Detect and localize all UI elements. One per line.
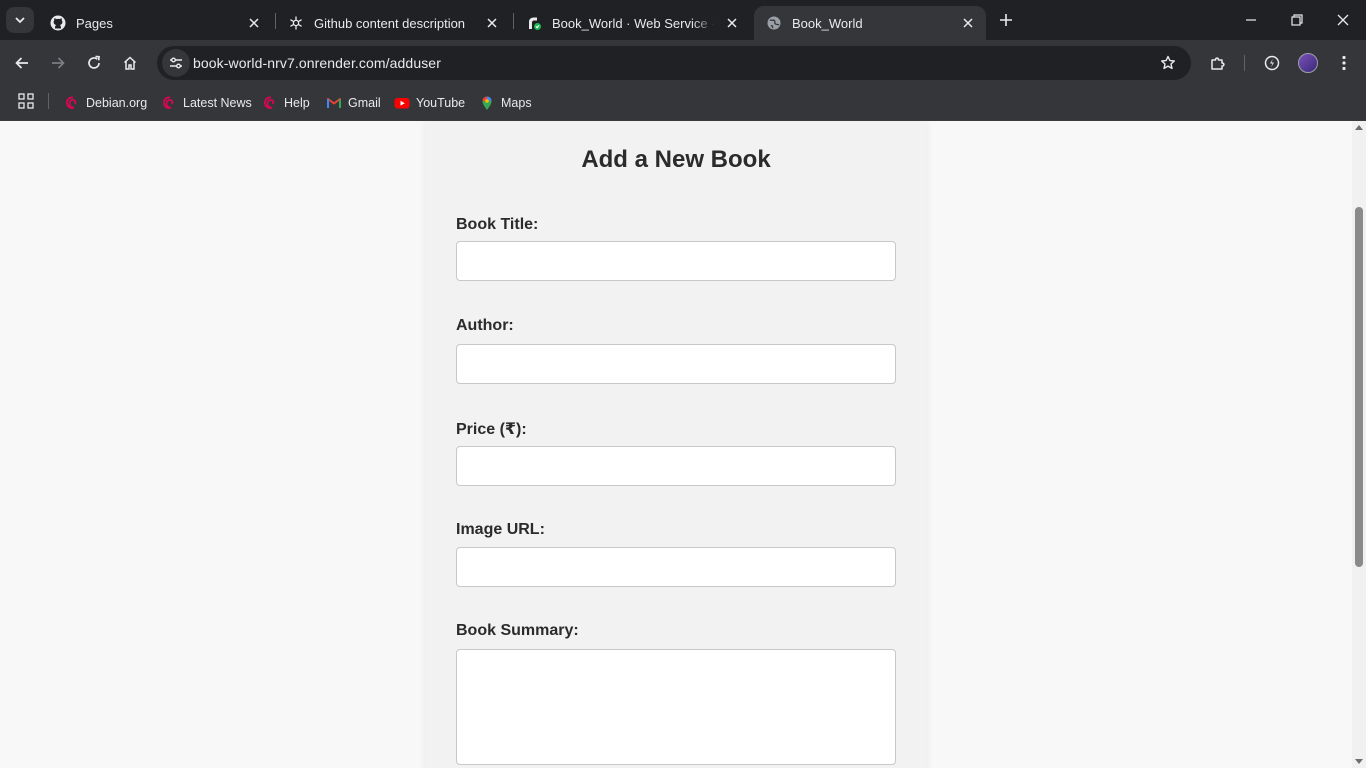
author-label: Author:: [456, 317, 514, 334]
globe-icon: [766, 15, 782, 31]
render-icon: [526, 15, 542, 31]
home-button[interactable]: [116, 49, 144, 77]
back-button[interactable]: [8, 49, 36, 77]
bookmarks-bar: Debian.org Latest News Help Gmail YouTub…: [0, 86, 1366, 121]
close-icon[interactable]: [960, 15, 976, 31]
plus-icon: [1000, 14, 1012, 26]
close-icon[interactable]: [246, 15, 262, 31]
tab-title: Book_World: [792, 15, 863, 31]
bookmark-label: Gmail: [348, 96, 381, 110]
performance-icon: [1264, 55, 1280, 71]
debian-icon: [262, 95, 278, 111]
bookmark-gmail[interactable]: Gmail: [326, 92, 381, 114]
browser-toolbar: book-world-nrv7.onrender.com/adduser: [0, 40, 1366, 86]
page-viewport: Add a New Book Book Title: Author: Price…: [0, 121, 1352, 768]
scroll-down-arrow-icon[interactable]: [1355, 759, 1363, 764]
puzzle-icon: [1211, 57, 1225, 70]
close-icon: [1337, 14, 1349, 26]
close-icon[interactable]: [724, 15, 740, 31]
price-label: Price (₹):: [456, 421, 527, 438]
tune-icon: [170, 57, 182, 69]
github-icon: [50, 15, 66, 31]
debian-icon: [161, 95, 177, 111]
book-summary-label: Book Summary:: [456, 622, 579, 639]
tab-title: Book_World · Web Service · Re: [552, 15, 716, 31]
price-input[interactable]: [456, 446, 896, 486]
bookmark-label: Debian.org: [86, 96, 148, 110]
book-title-label: Book Title:: [456, 216, 539, 233]
tab-book-world[interactable]: Book_World: [754, 6, 986, 40]
profile-avatar[interactable]: [1298, 53, 1318, 73]
arrow-left-icon: [15, 57, 28, 69]
site-info-button[interactable]: [162, 49, 190, 77]
tab-github-content[interactable]: Github content description: [276, 6, 510, 40]
restore-button[interactable]: [1274, 0, 1320, 40]
gmail-icon: [326, 95, 342, 111]
url-text[interactable]: book-world-nrv7.onrender.com/adduser: [193, 55, 441, 71]
tab-title: Pages: [76, 15, 113, 31]
youtube-icon: [394, 95, 410, 111]
tab-strip: Pages Github content description Book_Wo…: [0, 0, 1366, 40]
tab-title: Github content description: [314, 15, 466, 31]
tab-render-service[interactable]: Book_World · Web Service · Re: [514, 6, 750, 40]
restore-icon: [1291, 14, 1303, 26]
book-summary-textarea[interactable]: [456, 649, 896, 765]
author-input[interactable]: [456, 344, 896, 384]
forward-button[interactable]: [44, 49, 72, 77]
bookmark-label: Latest News: [183, 96, 252, 110]
bookmark-label: Help: [284, 96, 310, 110]
bookmark-star-button[interactable]: [1159, 54, 1177, 72]
debian-icon: [64, 95, 80, 111]
arrow-right-icon: [52, 57, 65, 69]
bookmarks-separator: [48, 93, 49, 109]
bookmark-youtube[interactable]: YouTube: [394, 92, 465, 114]
bookmark-maps[interactable]: Maps: [479, 92, 532, 114]
toolbar-divider: [1244, 55, 1245, 71]
page-scrollbar[interactable]: [1352, 121, 1366, 768]
star-icon: [1161, 55, 1175, 70]
scroll-up-arrow-icon[interactable]: [1355, 125, 1363, 130]
bookmark-label: Maps: [501, 96, 532, 110]
image-url-label: Image URL:: [456, 521, 545, 538]
minimize-icon: [1246, 19, 1256, 21]
kebab-menu-icon: [1342, 55, 1346, 71]
bookmark-help[interactable]: Help: [262, 92, 310, 114]
close-window-button[interactable]: [1320, 0, 1366, 40]
image-url-input[interactable]: [456, 547, 896, 587]
address-bar[interactable]: book-world-nrv7.onrender.com/adduser: [157, 46, 1191, 80]
reload-icon: [88, 55, 100, 69]
chevron-down-icon: [15, 17, 25, 24]
maps-icon: [479, 95, 495, 111]
apps-grid-icon[interactable]: [18, 93, 34, 109]
minimize-button[interactable]: [1228, 0, 1274, 40]
performance-button[interactable]: [1258, 49, 1286, 77]
book-title-input[interactable]: [456, 241, 896, 281]
bookmark-debian[interactable]: Debian.org: [64, 92, 147, 114]
openai-icon: [288, 15, 304, 31]
page-title: Add a New Book: [581, 146, 771, 173]
bookmark-label: YouTube: [416, 96, 466, 110]
bookmark-latest-news[interactable]: Latest News: [161, 92, 252, 114]
new-tab-button[interactable]: [994, 8, 1018, 32]
tab-pages[interactable]: Pages: [38, 6, 272, 40]
extensions-button[interactable]: [1204, 49, 1232, 77]
tab-search-button[interactable]: [6, 7, 34, 33]
home-icon: [123, 56, 137, 70]
add-book-form: Add a New Book Book Title: Author: Price…: [426, 121, 926, 768]
scrollbar-thumb[interactable]: [1355, 207, 1363, 567]
reload-button[interactable]: [80, 49, 108, 77]
menu-button[interactable]: [1330, 49, 1358, 77]
close-icon[interactable]: [484, 15, 500, 31]
